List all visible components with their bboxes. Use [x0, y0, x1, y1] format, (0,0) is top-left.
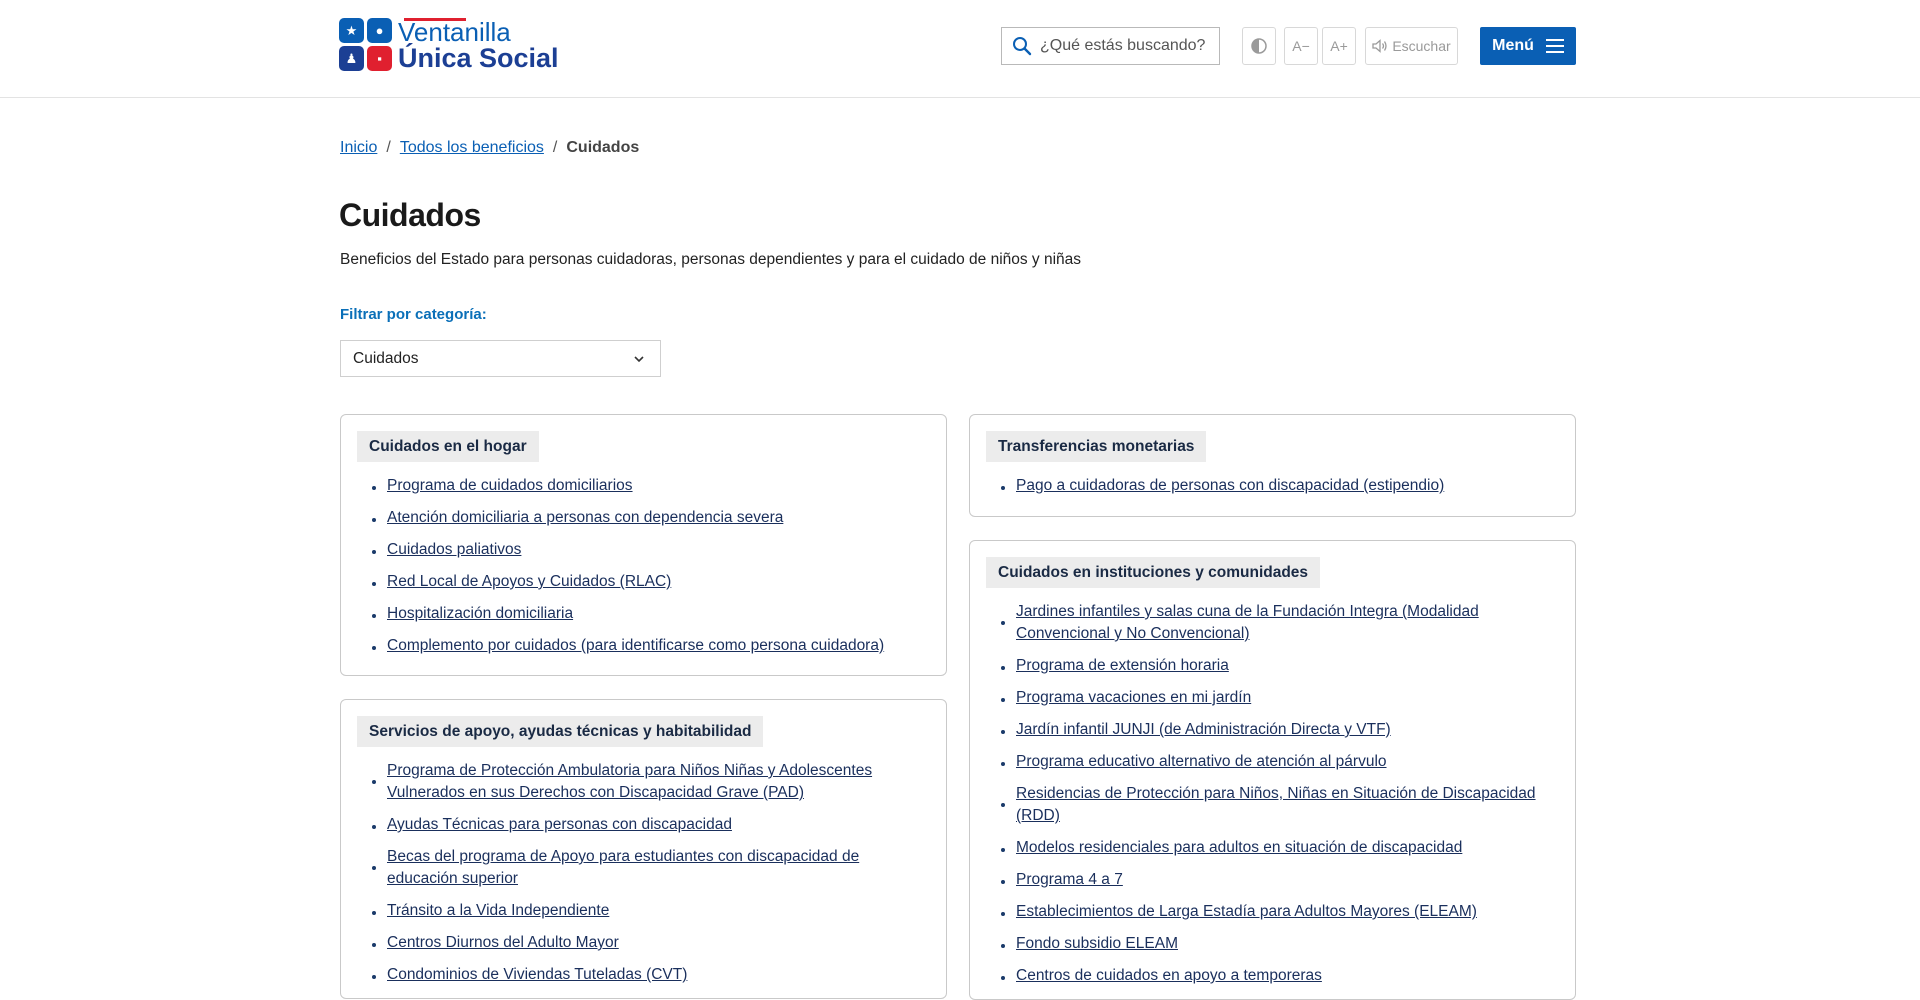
speaker-icon	[1372, 39, 1387, 53]
benefit-list: Programa de Protección Ambulatoria para …	[372, 760, 930, 986]
benefit-link[interactable]: Programa 4 a 7	[1016, 871, 1123, 888]
decrease-font-button[interactable]: A−	[1284, 27, 1318, 65]
list-item: Programa de Protección Ambulatoria para …	[372, 760, 930, 804]
benefit-link[interactable]: Programa educativo alternativo de atenci…	[1016, 753, 1387, 770]
list-item: Programa de cuidados domiciliarios	[372, 475, 930, 497]
benefit-link[interactable]: Cuidados paliativos	[387, 541, 521, 558]
increase-font-button[interactable]: A+	[1322, 27, 1356, 65]
hamburger-icon	[1545, 39, 1564, 53]
breadcrumb-separator: /	[552, 139, 558, 156]
card-title: Transferencias monetarias	[986, 431, 1207, 462]
benefit-link[interactable]: Jardín infantil JUNJI (de Administración…	[1016, 721, 1391, 738]
contrast-icon	[1251, 38, 1267, 54]
list-item: Centros Diurnos del Adulto Mayor	[372, 932, 930, 954]
list-item: Fondo subsidio ELEAM	[1001, 933, 1559, 955]
list-item: Complemento por cuidados (para identific…	[372, 635, 930, 657]
list-item: Hospitalización domiciliaria	[372, 603, 930, 625]
home-icon: ▪	[367, 46, 392, 71]
breadcrumb: Inicio / Todos los beneficios / Cuidados	[340, 139, 639, 157]
list-item: Atención domiciliaria a personas con dep…	[372, 507, 930, 529]
page-title: Cuidados	[339, 197, 481, 233]
breadcrumb-all-benefits-link[interactable]: Todos los beneficios	[400, 139, 544, 157]
benefit-link[interactable]: Condominios de Viviendas Tuteladas (CVT)	[387, 966, 687, 983]
benefit-link[interactable]: Hospitalización domiciliaria	[387, 605, 573, 622]
benefit-link[interactable]: Jardines infantiles y salas cuna de la F…	[1016, 603, 1479, 642]
card-transferencias-monetarias: Transferencias monetarias Pago a cuidado…	[969, 414, 1576, 517]
list-item: Jardines infantiles y salas cuna de la F…	[1001, 601, 1559, 645]
list-item: Jardín infantil JUNJI (de Administración…	[1001, 719, 1559, 741]
person-icon: ●	[367, 18, 392, 43]
benefit-link[interactable]: Ayudas Técnicas para personas con discap…	[387, 816, 732, 833]
card-servicios-apoyo: Servicios de apoyo, ayudas técnicas y ha…	[340, 699, 947, 999]
listen-label: Escuchar	[1392, 38, 1451, 54]
contrast-button[interactable]	[1242, 27, 1276, 65]
search-icon[interactable]	[1012, 36, 1032, 56]
benefit-link[interactable]: Programa de Protección Ambulatoria para …	[387, 762, 872, 801]
list-item: Red Local de Apoyos y Cuidados (RLAC)	[372, 571, 930, 593]
list-item: Programa de extensión horaria	[1001, 655, 1559, 677]
card-title: Cuidados en instituciones y comunidades	[986, 557, 1321, 588]
breadcrumb-separator: /	[386, 139, 391, 156]
benefit-link[interactable]: Pago a cuidadoras de personas con discap…	[1016, 477, 1444, 494]
star-icon: ★	[339, 18, 364, 43]
chevron-down-icon	[634, 356, 644, 363]
list-item: Centros de cuidados en apoyo a temporera…	[1001, 965, 1559, 987]
list-item: Programa educativo alternativo de atenci…	[1001, 751, 1559, 773]
benefit-link[interactable]: Complemento por cuidados (para identific…	[387, 637, 884, 654]
list-item: Cuidados paliativos	[372, 539, 930, 561]
benefit-link[interactable]: Red Local de Apoyos y Cuidados (RLAC)	[387, 573, 671, 590]
filter-label: Filtrar por categoría:	[340, 306, 487, 323]
breadcrumb-current: Cuidados	[566, 139, 640, 156]
page-description: Beneficios del Estado para personas cuid…	[340, 251, 1082, 268]
benefit-list: Pago a cuidadoras de personas con discap…	[1001, 475, 1559, 497]
benefit-link[interactable]: Becas del programa de Apoyo para estudia…	[387, 848, 859, 887]
benefit-link[interactable]: Centros Diurnos del Adulto Mayor	[387, 934, 619, 951]
site-header: ★ ● ♟ ▪ Ventanilla Única Social A− A+ Es…	[0, 0, 1920, 98]
benefit-link[interactable]: Programa de extensión horaria	[1016, 657, 1229, 674]
benefit-list: Programa de cuidados domiciliarios Atenc…	[372, 475, 930, 657]
card-cuidados-hogar: Cuidados en el hogar Programa de cuidado…	[340, 414, 947, 676]
list-item: Pago a cuidadoras de personas con discap…	[1001, 475, 1559, 497]
benefit-link[interactable]: Residencias de Protección para Niños, Ni…	[1016, 785, 1536, 824]
benefit-list: Jardines infantiles y salas cuna de la F…	[1001, 601, 1559, 987]
card-title: Servicios de apoyo, ayudas técnicas y ha…	[357, 716, 764, 747]
search-box[interactable]	[1001, 27, 1220, 65]
list-item: Condominios de Viviendas Tuteladas (CVT)	[372, 964, 930, 986]
logo-icon: ★ ● ♟ ▪	[339, 18, 392, 71]
benefit-link[interactable]: Tránsito a la Vida Independiente	[387, 902, 609, 919]
list-item: Tránsito a la Vida Independiente	[372, 900, 930, 922]
listen-button[interactable]: Escuchar	[1365, 27, 1458, 65]
list-item: Ayudas Técnicas para personas con discap…	[372, 814, 930, 836]
search-input[interactable]	[1040, 37, 1210, 55]
menu-label: Menú	[1492, 37, 1534, 54]
benefit-link[interactable]: Programa de cuidados domiciliarios	[387, 477, 633, 494]
list-item: Residencias de Protección para Niños, Ni…	[1001, 783, 1559, 827]
benefit-link[interactable]: Fondo subsidio ELEAM	[1016, 935, 1178, 952]
category-select-value: Cuidados	[353, 349, 419, 367]
card-title: Cuidados en el hogar	[357, 431, 539, 462]
benefit-link[interactable]: Atención domiciliaria a personas con dep…	[387, 509, 783, 526]
list-item: Modelos residenciales para adultos en si…	[1001, 837, 1559, 859]
family-icon: ♟	[339, 46, 364, 71]
list-item: Establecimientos de Larga Estadía para A…	[1001, 901, 1559, 923]
logo-text-line2: Única Social	[398, 42, 559, 73]
benefit-link[interactable]: Programa vacaciones en mi jardín	[1016, 689, 1251, 706]
list-item: Programa vacaciones en mi jardín	[1001, 687, 1559, 709]
benefit-link[interactable]: Centros de cuidados en apoyo a temporera…	[1016, 967, 1322, 984]
list-item: Becas del programa de Apoyo para estudia…	[372, 846, 930, 890]
breadcrumb-home-link[interactable]: Inicio	[340, 139, 377, 157]
site-logo[interactable]: ★ ● ♟ ▪ Ventanilla Única Social	[339, 17, 559, 73]
benefit-link[interactable]: Establecimientos de Larga Estadía para A…	[1016, 903, 1477, 920]
benefit-link[interactable]: Modelos residenciales para adultos en si…	[1016, 839, 1462, 856]
logo-text-line1: Ventanilla	[398, 17, 559, 45]
card-instituciones-comunidades: Cuidados en instituciones y comunidades …	[969, 540, 1576, 1000]
menu-button[interactable]: Menú	[1480, 27, 1576, 65]
category-select[interactable]: Cuidados	[340, 340, 661, 377]
list-item: Programa 4 a 7	[1001, 869, 1559, 891]
